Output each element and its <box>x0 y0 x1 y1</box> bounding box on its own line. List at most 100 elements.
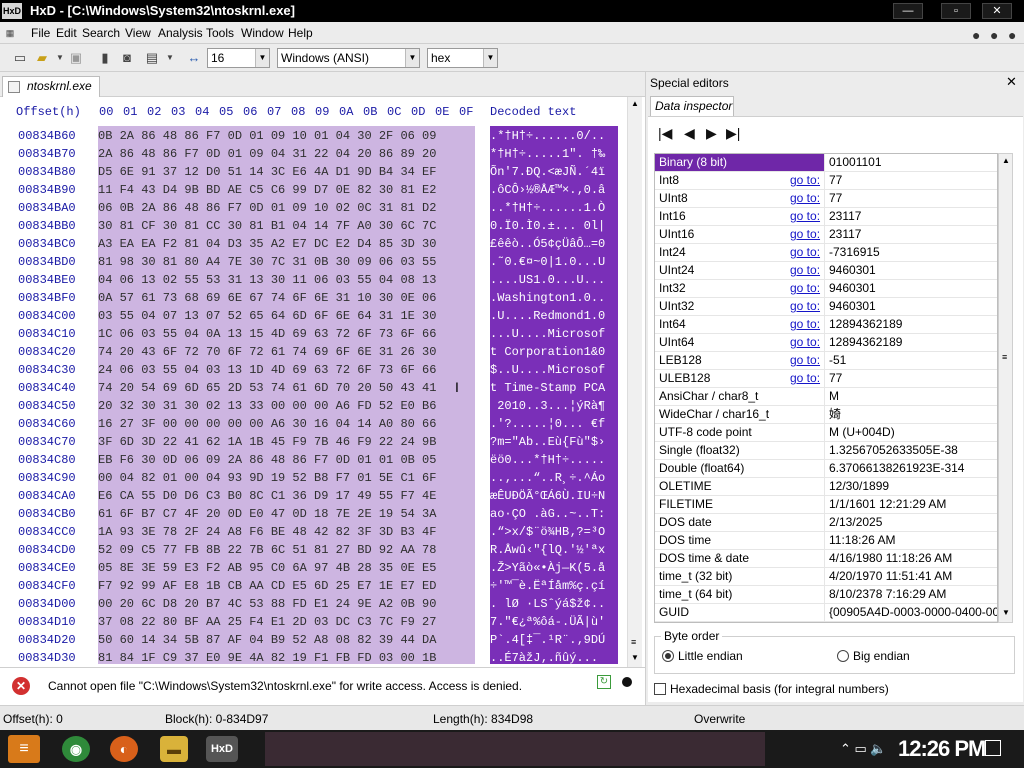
text-row[interactable]: ..É7àžJ‚.ñûý... <box>490 649 618 664</box>
text-row[interactable]: ?m="Ab..Eù{Fù"$› <box>490 433 618 451</box>
menu-help[interactable]: Help <box>288 26 313 40</box>
chevron-down-icon[interactable]: ▼ <box>255 49 269 67</box>
chevron-down-icon[interactable]: ▼ <box>405 49 419 67</box>
text-row[interactable]: 7."€¿ª%ôá-.ÜÃ|ù' <box>490 613 618 631</box>
hex-row[interactable]: 61 6F B7 C7 4F 20 0D E0 47 0D 18 7E 2E 1… <box>98 505 475 523</box>
text-row[interactable]: .Washington1.0.. <box>490 289 618 307</box>
menu-view[interactable]: View <box>125 26 151 40</box>
save-icon[interactable]: ▣ <box>68 50 84 66</box>
hex-row[interactable]: 05 8E 3E 59 E3 F2 AB 95 C0 6A 97 4B 28 3… <box>98 559 475 577</box>
menu-edit[interactable]: Edit <box>56 26 77 40</box>
hex-row[interactable]: 74 20 54 69 6D 65 2D 53 74 61 6D 70 20 5… <box>98 379 475 397</box>
file-explorer-icon[interactable]: ▬ <box>160 736 188 762</box>
mdi-restore-icon[interactable]: ● <box>990 27 998 43</box>
open-disk-icon[interactable]: ◙ <box>119 50 135 66</box>
inspector-value[interactable]: 12/30/1899 <box>829 478 997 495</box>
inspector-value[interactable]: 2/13/2025 <box>829 514 997 531</box>
hex-row[interactable]: 3F 6D 3D 22 41 62 1A 1B 45 F9 7B 46 F9 2… <box>98 433 475 451</box>
scroll-grip-icon[interactable]: ≡ <box>631 637 636 647</box>
hex-selection[interactable]: 0B 2A 86 48 86 F7 0D 01 09 10 01 04 30 2… <box>98 126 475 664</box>
menu-analysis[interactable]: Analysis <box>158 26 203 40</box>
text-row[interactable]: .'?.....¦0... €f <box>490 415 618 433</box>
text-row[interactable]: P`.4[‡¯.¹R¨.‚9DÚ <box>490 631 618 649</box>
text-row[interactable]: æÊUÐÖÃ°ŒÁ6Ù.IU÷N <box>490 487 618 505</box>
maximize-button[interactable]: ▫ <box>941 3 971 19</box>
big-endian-label[interactable]: Big endian <box>853 649 910 663</box>
charset-select[interactable]: Windows (ANSI) ▼ <box>277 48 420 68</box>
goto-link[interactable]: go to: <box>790 280 820 297</box>
close-panel-icon[interactable]: ✕ <box>1006 74 1017 90</box>
inspector-row[interactable]: FILETIME 1/1/1601 12:21:29 AM <box>655 496 997 514</box>
inspector-row[interactable]: time_t (64 bit) 8/10/2378 7:16:29 AM <box>655 586 997 604</box>
goto-link[interactable]: go to: <box>790 316 820 333</box>
inspector-row[interactable]: WideChar / char16_t 婍 <box>655 406 997 424</box>
menu-search[interactable]: Search <box>82 26 120 40</box>
open-dropdown-icon[interactable]: ▼ <box>52 50 68 66</box>
text-row[interactable]: t Time-Stamp PCA <box>490 379 618 397</box>
hex-row[interactable]: 37 08 22 80 BF AA 25 F4 E1 2D 03 DC C3 7… <box>98 613 475 631</box>
scroll-down-icon[interactable]: ▼ <box>631 653 639 662</box>
inspector-row[interactable]: UTF-8 code point M (U+004D) <box>655 424 997 442</box>
goto-link[interactable]: go to: <box>790 226 820 243</box>
inspector-row[interactable]: UInt8 go to: 77 <box>655 190 997 208</box>
inspector-value[interactable]: 1/1/1601 12:21:29 AM <box>829 496 997 513</box>
text-row[interactable]: Õn'7.ÐQ.<æJÑ.´4ï <box>490 163 618 181</box>
inspector-row[interactable]: UInt16 go to: 23117 <box>655 226 997 244</box>
hex-row[interactable]: 11 F4 43 D4 9B BD AE C5 C6 99 D7 0E 82 3… <box>98 181 475 199</box>
mdi-minimize-icon[interactable]: ● <box>972 27 980 43</box>
text-row[interactable]: .*†H†÷......0/.. <box>490 127 618 145</box>
hex-row[interactable]: 06 0B 2A 86 48 86 F7 0D 01 09 10 02 0C 3… <box>98 199 475 217</box>
inspector-row[interactable]: Int64 go to: 12894362189 <box>655 316 997 334</box>
scroll-up-icon[interactable]: ▲ <box>1002 156 1010 165</box>
inspector-scrollbar[interactable]: ▲ ≡ ▼ <box>998 153 1013 623</box>
hex-row[interactable]: 03 55 04 07 13 07 52 65 64 6D 6F 6E 64 3… <box>98 307 475 325</box>
inspector-value[interactable]: 77 <box>829 190 997 207</box>
inspector-row[interactable]: Int32 go to: 9460301 <box>655 280 997 298</box>
inspector-row[interactable]: Int24 go to: -7316915 <box>655 244 997 262</box>
little-endian-label[interactable]: Little endian <box>678 649 743 663</box>
hex-vertical-scrollbar[interactable]: ▲ ≡ ▼ <box>627 97 642 667</box>
inspector-value[interactable]: -51 <box>829 352 997 369</box>
text-row[interactable]: *†H†÷.....1". †‰ <box>490 145 618 163</box>
hex-row[interactable]: 81 98 30 81 80 A4 7E 30 7C 31 0B 30 09 0… <box>98 253 475 271</box>
text-row[interactable]: 0.Ï0.Ì0.±... 0l| <box>490 217 618 235</box>
tab-data-inspector[interactable]: Data inspector <box>650 96 734 116</box>
goto-link[interactable]: go to: <box>790 208 820 225</box>
hex-row[interactable]: 52 09 C5 77 FB 8B 22 7B 6C 51 81 27 BD 9… <box>98 541 475 559</box>
text-row[interactable]: .“>x/$¨ö¾HB‚?=³O <box>490 523 618 541</box>
inspector-value[interactable]: 8/10/2378 7:16:29 AM <box>829 586 997 603</box>
text-row[interactable]: £êêò..Ó5¢çÜâÔ…=0 <box>490 235 618 253</box>
inspector-value[interactable]: 11:18:26 AM <box>829 532 997 549</box>
inspector-value[interactable]: 77 <box>829 172 997 189</box>
inspector-value[interactable]: 01001101 <box>829 154 997 171</box>
inspector-value[interactable]: {00905A4D-0003-0000-0400-0000 <box>829 604 997 621</box>
text-row[interactable]: R.Åwû‹"{lQ.'½'ªx <box>490 541 618 559</box>
hex-editor[interactable]: Offset(h) 00 01 02 03 04 05 06 07 08 09 0A 0B 0C 0D 0E… <box>0 97 645 737</box>
last-icon[interactable]: ▶| <box>726 125 740 142</box>
inspector-value[interactable]: 4/16/1980 11:18:26 AM <box>829 550 997 567</box>
text-row[interactable]: ...U....Microsof <box>490 325 618 343</box>
inspector-value[interactable]: M <box>829 388 997 405</box>
open-file-icon[interactable]: ▰ <box>34 50 50 66</box>
hex-row[interactable]: 20 32 30 31 30 02 13 33 00 00 00 A6 FD 5… <box>98 397 475 415</box>
inspector-value[interactable]: 6.37066138261923E-314 <box>829 460 997 477</box>
inspector-row[interactable]: GUID {00905A4D-0003-0000-0400-0000 <box>655 604 997 622</box>
menu-file[interactable]: File <box>31 26 50 40</box>
inspector-value[interactable]: 9460301 <box>829 262 997 279</box>
close-window-button[interactable]: ✕ <box>982 3 1012 19</box>
hex-row[interactable]: EB F6 30 0D 06 09 2A 86 48 86 F7 0D 01 0… <box>98 451 475 469</box>
first-icon[interactable]: |◀ <box>658 125 672 142</box>
little-endian-radio[interactable] <box>662 650 674 662</box>
scroll-grip-icon[interactable]: ≡ <box>1002 352 1007 362</box>
inspector-row[interactable]: UInt24 go to: 9460301 <box>655 262 997 280</box>
hex-row[interactable]: 81 84 1F C9 37 E0 9E 4A 82 19 F1 FB FD 0… <box>98 649 475 664</box>
mdi-close-icon[interactable]: ● <box>1008 27 1016 43</box>
text-row[interactable]: ..*†H†÷......1.Ò <box>490 199 618 217</box>
text-row[interactable]: ....US1.0...U... <box>490 271 618 289</box>
hex-row[interactable]: 1C 06 03 55 04 0A 13 15 4D 69 63 72 6F 7… <box>98 325 475 343</box>
previous-icon[interactable]: ◀ <box>684 125 695 142</box>
chrome-icon[interactable]: ◉ <box>62 736 90 762</box>
inspector-row[interactable]: DOS time & date 4/16/1980 11:18:26 AM <box>655 550 997 568</box>
inspector-value[interactable]: 12894362189 <box>829 316 997 333</box>
minimize-button[interactable]: — <box>893 3 923 19</box>
